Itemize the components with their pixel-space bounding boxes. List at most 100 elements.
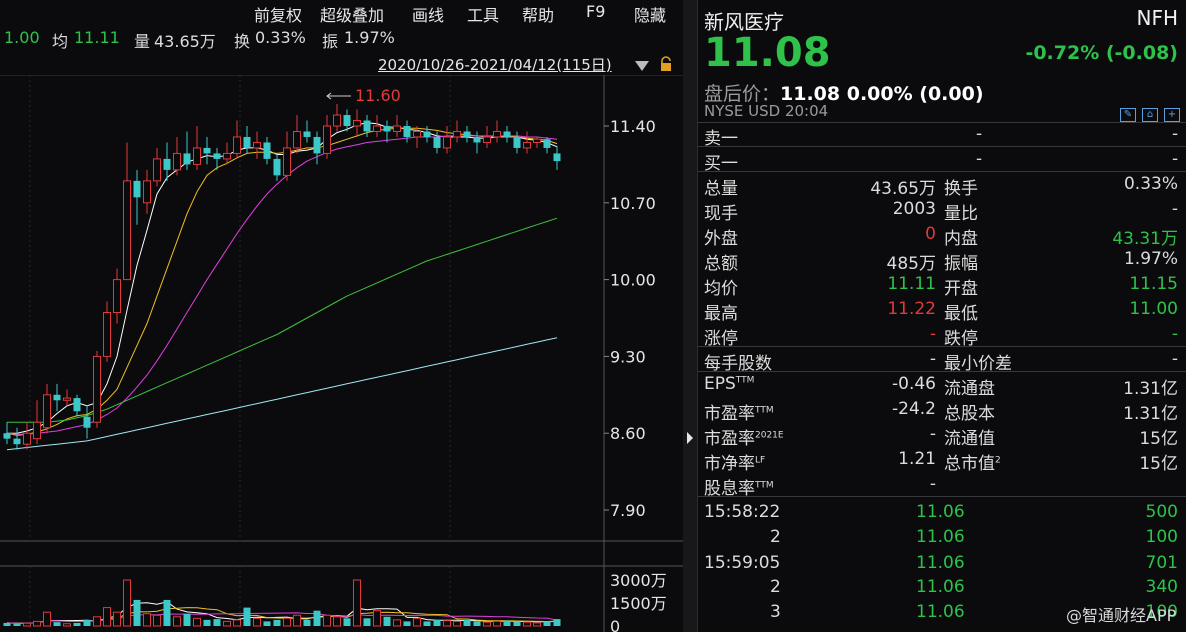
- tick-price: 11.06: [916, 602, 965, 622]
- tick-time: 15:58:22: [704, 502, 781, 522]
- stat-value: -: [1171, 199, 1178, 219]
- volume-bar: [283, 617, 291, 627]
- edit-icon[interactable]: ✎: [1120, 108, 1136, 122]
- stat-value: 2003: [892, 199, 936, 219]
- candle-body: [453, 130, 461, 138]
- tick-vol: 701: [1145, 553, 1178, 573]
- volume-bar: [373, 610, 381, 627]
- fund-value: 1.31亿: [1123, 404, 1178, 424]
- candle-body: [523, 141, 531, 149]
- stat-value: 485万: [886, 254, 936, 274]
- fund-row: 市盈率TTM -24.2 总股本 1.31亿: [698, 397, 1186, 424]
- volume-bar: [63, 623, 71, 627]
- stats-row: 涨停 - 跌停 -: [698, 322, 1186, 349]
- candle-body: [83, 416, 91, 428]
- candle-body: [503, 131, 511, 137]
- candle-body: [473, 136, 481, 143]
- stat-label: 振幅: [944, 254, 978, 274]
- date-range-link[interactable]: 2020/10/26-2021/04/12(115日): [378, 54, 612, 75]
- stats-row: 最高 11.22 最低 11.00: [698, 297, 1186, 324]
- tick-row: 2 11.06 100: [698, 527, 1186, 552]
- info-amp-label: 振: [322, 32, 339, 51]
- volume-bar: [403, 621, 411, 626]
- volume-bar: [233, 619, 241, 627]
- stat-label: 内盘: [944, 229, 978, 249]
- candle-body: [353, 120, 361, 127]
- menu-f9[interactable]: F9: [586, 2, 605, 21]
- volume-axis-label: 0: [610, 617, 620, 632]
- candle-body: [63, 397, 71, 401]
- menu-help[interactable]: 帮助: [522, 2, 554, 26]
- candle-body: [393, 125, 401, 132]
- volume-bar: [23, 622, 31, 627]
- volume-bar: [523, 621, 531, 627]
- info-turnover-value: 0.33%: [255, 28, 306, 47]
- menu-super-overlay[interactable]: 超级叠加: [320, 2, 384, 26]
- fund-label: 市盈率TTM: [704, 404, 774, 424]
- volume-bar: [463, 619, 471, 626]
- home-icon[interactable]: ⌂: [1142, 108, 1158, 122]
- candle-body: [193, 147, 201, 165]
- stat-value: -: [1171, 324, 1178, 344]
- candle-body: [413, 130, 421, 138]
- stats-row: 总额 485万 振幅 1.97%: [698, 247, 1186, 274]
- fund-row: 市净率LF 1.21 总市值2 15亿: [698, 447, 1186, 474]
- stats-row: 现手 2003 量比 -: [698, 197, 1186, 224]
- candle-body: [153, 158, 161, 182]
- volume-bar: [183, 613, 191, 626]
- sell1-row: 卖一 - -: [698, 122, 1186, 149]
- volume-bar: [93, 616, 101, 627]
- info-turnover-label: 换: [234, 32, 251, 51]
- stat-label: 换手: [944, 179, 978, 199]
- stat-value: 43.31万: [1112, 229, 1178, 249]
- candle-body: [303, 131, 311, 137]
- fund-value: 1.21: [898, 449, 936, 469]
- stat-value: 11.00: [1129, 299, 1178, 319]
- candle-body: [3, 433, 11, 439]
- volume-bar: [43, 611, 51, 627]
- tick-price: 11.06: [916, 577, 965, 597]
- exchange-info: NYSE USD 20:04: [704, 102, 829, 120]
- volume-bar: [383, 616, 391, 626]
- volume-bar: [213, 619, 221, 626]
- candle-body: [213, 153, 221, 159]
- candle-body: [443, 136, 451, 149]
- panel-splitter[interactable]: [683, 0, 697, 632]
- ma-line: [7, 217, 558, 423]
- min-tick-value: -: [1171, 349, 1178, 369]
- tick-time: 2: [770, 527, 781, 547]
- menu-hide[interactable]: 隐藏: [634, 2, 666, 26]
- fund-value: 1.31亿: [1123, 379, 1178, 399]
- add-icon[interactable]: +: [1164, 108, 1180, 122]
- tick-row: 15:59:05 11.06 701: [698, 553, 1186, 578]
- candle-body: [233, 136, 241, 154]
- candle-body: [283, 147, 291, 176]
- candle-body: [113, 279, 121, 314]
- stat-value: 43.65万: [870, 179, 936, 199]
- menu-adjust-forward[interactable]: 前复权: [254, 2, 302, 26]
- kline-chart[interactable]: 11.40 10.70 10.00 9.30 8.60 7.90 3000万 1500万 0 1…: [0, 75, 683, 632]
- volume-bar: [123, 579, 131, 627]
- stat-label: 开盘: [944, 279, 978, 299]
- volume-bar: [353, 579, 361, 627]
- per-lot-value: -: [929, 349, 936, 369]
- volume-bar: [3, 622, 11, 626]
- candle-body: [203, 147, 211, 154]
- candle-body: [383, 126, 391, 132]
- fund-label: 总股本: [944, 404, 995, 424]
- volume-axis-label: 1500万: [610, 594, 667, 613]
- stat-label: 总量: [704, 179, 738, 199]
- volume-bar: [533, 622, 541, 627]
- expand-arrow-icon[interactable]: [686, 430, 694, 449]
- ma-line: [6, 337, 558, 451]
- menu-draw-line[interactable]: 画线: [412, 2, 444, 26]
- volume-bar: [223, 620, 231, 627]
- menu-tools[interactable]: 工具: [467, 2, 499, 26]
- candle-body: [363, 120, 371, 132]
- sell1-price: -: [976, 124, 983, 144]
- candle-body: [263, 142, 271, 159]
- volume-bar: [193, 617, 201, 627]
- candle-body: [53, 394, 61, 401]
- lock-icon[interactable]: [658, 56, 674, 76]
- dropdown-triangle-icon[interactable]: [634, 57, 650, 76]
